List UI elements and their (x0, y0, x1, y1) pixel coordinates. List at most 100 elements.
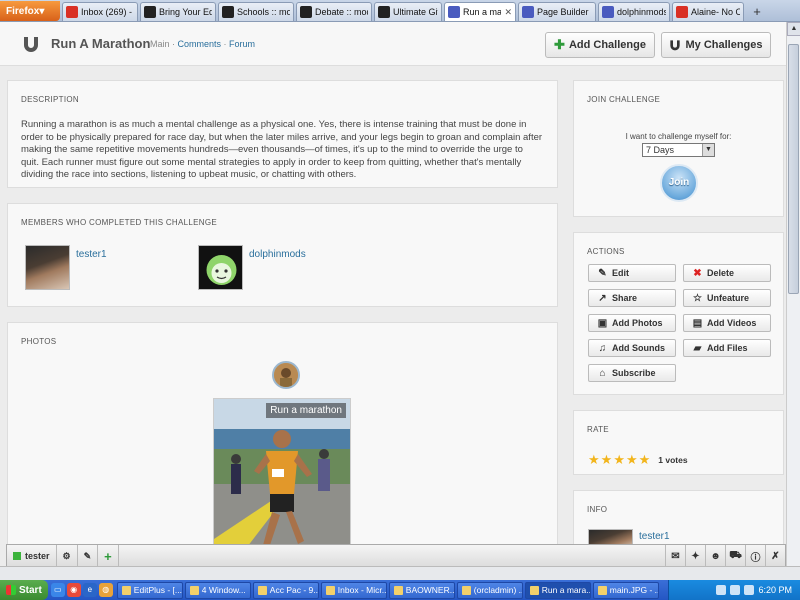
my-challenges-label: My Challenges (685, 39, 763, 51)
owner-face-icon (274, 363, 298, 387)
browser-tab[interactable]: Inbox (269) - ... (62, 2, 138, 21)
star-icon[interactable]: ★ (588, 452, 600, 468)
site-logo-icon[interactable] (22, 35, 40, 53)
plus-icon[interactable]: + (98, 545, 119, 567)
subscribe-label: Subscribe (612, 368, 656, 378)
firefox-menu-button[interactable]: Firefox ▾ (0, 1, 60, 21)
vertical-scrollbar[interactable]: ▲ ▼ (786, 22, 800, 580)
mail-icon[interactable]: ✉ (665, 545, 685, 567)
tab-label: Bring Your Edu... (159, 7, 212, 17)
info-user-name[interactable]: tester1 (639, 531, 670, 542)
subscribe-button[interactable]: ⌂ Subscribe (588, 364, 676, 382)
browser-tab[interactable]: Bring Your Edu... (140, 2, 216, 21)
chevron-down-icon[interactable]: ▼ (702, 144, 714, 156)
photo-owner-avatar[interactable] (272, 361, 300, 389)
nav-forum[interactable]: Forum (229, 39, 255, 49)
photos-title: PHOTOS (21, 337, 57, 346)
taskbar-task[interactable]: (orcladmin) ... (456, 581, 523, 599)
avatar[interactable] (198, 245, 243, 290)
start-button[interactable]: Start (0, 580, 48, 600)
gear-icon[interactable]: ⚙ (57, 545, 78, 567)
scroll-thumb[interactable] (788, 44, 799, 294)
firefox-icon[interactable]: ◍ (98, 583, 113, 597)
browser-tab[interactable]: dolphinmods: I... (598, 2, 670, 21)
tab-label: Alaine- No Ord... (691, 7, 740, 17)
toolbar-user[interactable]: tester (7, 545, 57, 567)
description-text: Running a marathon is as much a mental c… (21, 119, 543, 180)
duration-selected-value: 7 Days (646, 145, 675, 155)
info-title: INFO (587, 505, 608, 514)
photo-icon: ▣ (597, 317, 608, 329)
volume-icon[interactable] (744, 585, 755, 595)
close-tab-icon[interactable]: ✕ (504, 7, 512, 18)
tab-list: Inbox (269) - ... Bring Your Edu... School… (62, 2, 746, 21)
add-photos-label: Add Photos (612, 318, 663, 328)
avatar[interactable] (25, 245, 70, 290)
taskbar-task[interactable]: BAOWNER... (388, 581, 455, 599)
taskbar-task[interactable]: 4 Window... (184, 581, 251, 599)
desktop-icon[interactable]: ▭ (50, 583, 65, 597)
add-challenge-button[interactable]: ✚ Add Challenge (545, 32, 655, 58)
star-icon[interactable]: ★ (601, 452, 613, 468)
member-name[interactable]: tester1 (76, 249, 107, 260)
add-photos-button[interactable]: ▣ Add Photos (588, 314, 676, 332)
photos-panel: PHOTOS Run a marathon (7, 322, 558, 563)
share-button[interactable]: ↗ Share (588, 289, 676, 307)
taskbar-task[interactable]: EditPlus - [... (116, 581, 183, 599)
taskbar-task[interactable]: Run a mara... (524, 581, 591, 599)
browser-tab[interactable]: Debate :: mod... (296, 2, 372, 21)
unfeature-button[interactable]: ☆ Unfeature (683, 289, 771, 307)
delete-button[interactable]: ✖ Delete (683, 264, 771, 282)
unfeature-label: Unfeature (707, 293, 750, 303)
photo-thumbnail[interactable]: Run a marathon (213, 398, 351, 563)
member-name[interactable]: dolphinmods (249, 249, 306, 260)
tab-label: Page Builder (537, 7, 589, 17)
edit-note-icon[interactable]: ✎ (78, 545, 99, 567)
info-icon[interactable]: ⓘ (745, 545, 765, 567)
my-challenges-button[interactable]: My Challenges (661, 32, 771, 58)
browser-tab[interactable]: Run a mara...✕ (444, 2, 516, 21)
browser-tab[interactable]: Schools :: mod... (218, 2, 294, 21)
task-label: EditPlus - [... (133, 585, 182, 595)
star-icon[interactable]: ★ (613, 452, 625, 468)
shield-icon[interactable] (730, 585, 741, 595)
logo-small-icon (670, 40, 681, 51)
ie-icon[interactable]: e (82, 583, 97, 597)
taskbar-task[interactable]: Acc Pac - 9... (252, 581, 319, 599)
actions-panel: ACTIONS ✎ Edit ✖ Delete ↗ Share ☆ Unfeature … (573, 232, 784, 395)
browser-tab-strip: Firefox ▾ Inbox (269) - ... Bring Your Ed… (0, 0, 800, 22)
app-icon (257, 585, 267, 595)
tab-favicon-icon (602, 6, 614, 18)
add-sounds-label: Add Sounds (612, 343, 665, 353)
member-item[interactable]: dolphinmods (198, 245, 306, 290)
file-icon: ▰ (693, 342, 702, 354)
twitter-icon[interactable]: ✦ (685, 545, 705, 567)
taskbar-task[interactable]: main.JPG - ... (592, 581, 659, 599)
network-icon[interactable] (716, 585, 727, 595)
star-icon[interactable]: ★ (639, 452, 651, 468)
scroll-up-icon[interactable]: ▲ (787, 22, 800, 36)
taskbar-task[interactable]: Inbox - Micr... (320, 581, 387, 599)
cart-icon[interactable]: ⛟ (725, 545, 745, 567)
join-button[interactable]: Join (660, 164, 698, 202)
add-sounds-button[interactable]: ♫ Add Sounds (588, 339, 676, 357)
new-tab-button[interactable]: + (748, 3, 766, 21)
star-rating[interactable]: ★ ★ ★ ★ ★ 1 votes (588, 452, 688, 468)
member-item[interactable]: tester1 (25, 245, 107, 290)
nav-main[interactable]: Main (150, 39, 170, 49)
star-icon[interactable]: ★ (626, 452, 638, 468)
browser-tab[interactable]: Page Builder (518, 2, 596, 21)
duration-select[interactable]: 7 Days ▼ (642, 143, 715, 157)
add-videos-button[interactable]: ▤ Add Videos (683, 314, 771, 332)
user-icon[interactable]: ☻ (705, 545, 725, 567)
description-panel: DESCRIPTION Running a marathon is as muc… (7, 80, 558, 188)
clock[interactable]: 6:20 PM (758, 585, 792, 595)
nav-comments[interactable]: Comments (178, 39, 222, 49)
chrome-icon[interactable]: ◉ (66, 583, 81, 597)
description-title: DESCRIPTION (21, 95, 79, 104)
browser-tab[interactable]: Alaine- No Ord... (672, 2, 744, 21)
edit-button[interactable]: ✎ Edit (588, 264, 676, 282)
add-files-button[interactable]: ▰ Add Files (683, 339, 771, 357)
browser-tab[interactable]: Ultimate Gifts :... (374, 2, 442, 21)
wrench-icon[interactable]: ✗ (765, 545, 785, 567)
